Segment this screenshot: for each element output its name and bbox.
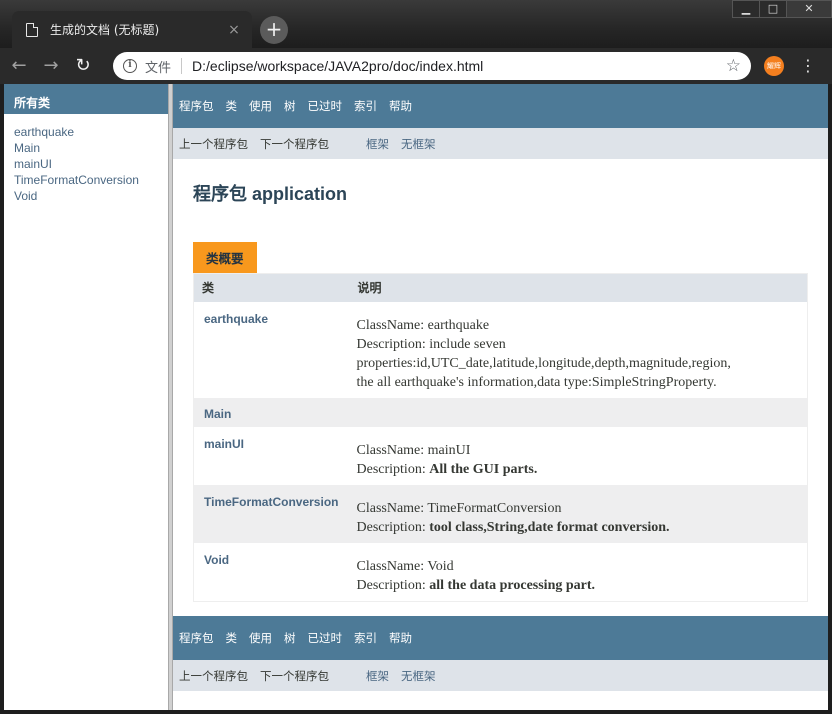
frames-link[interactable]: 框架	[366, 136, 389, 152]
address-separator	[181, 58, 183, 74]
description-line: Description: All the GUI parts.	[357, 460, 808, 479]
bookmark-star-icon[interactable]: ☆	[726, 56, 741, 76]
no-frames-link[interactable]: 无框架	[401, 668, 436, 684]
prev-package-link: 上一个程序包	[179, 136, 248, 151]
description-prefix: Description:	[356, 519, 430, 535]
nav-package: 程序包	[179, 99, 214, 113]
prev-package-link: 上一个程序包	[179, 668, 248, 683]
top-nav-bar: 程序包 类 使用 树 已过时 索引 帮助	[173, 84, 828, 128]
class-description: ClassName: mainUI Description: All the G…	[350, 427, 808, 485]
forward-arrow-icon[interactable]: →	[38, 53, 64, 79]
class-name-earthquake[interactable]: earthquake	[194, 302, 350, 398]
nav-deprecated[interactable]: 已过时	[308, 630, 343, 646]
description-line: Description: tool class,String,date form…	[357, 518, 808, 537]
nav-class: 类	[225, 631, 238, 645]
class-summary-table: 类 说明 earthquake ClassName: earthquake De…	[193, 273, 808, 602]
class-link-main[interactable]: Main	[14, 140, 168, 156]
class-link-void[interactable]: Void	[14, 188, 168, 204]
new-tab-button[interactable]: +	[260, 16, 288, 44]
class-name-main[interactable]: Main	[193, 397, 350, 427]
class-name-void[interactable]: Void	[194, 543, 350, 602]
page-title: 程序包 application	[193, 184, 348, 204]
column-header-class: 类	[193, 273, 350, 302]
description-line: ClassName: mainUI	[356, 442, 471, 458]
top-sub-nav: 上一个程序包 下一个程序包 框架 无框架	[173, 128, 828, 159]
nav-help[interactable]: 帮助	[389, 630, 412, 646]
class-summary-caption: 类概要	[193, 242, 257, 273]
url-text[interactable]: D:/eclipse/workspace/JAVA2pro/doc/index.…	[192, 58, 726, 74]
nav-use[interactable]: 使用	[249, 98, 272, 114]
tab-close-icon[interactable]: ×	[226, 22, 242, 38]
description-prefix: Description:	[356, 577, 430, 593]
nav-tree[interactable]: 树	[284, 630, 296, 646]
address-bar[interactable]: i 文件 D:/eclipse/workspace/JAVA2pro/doc/i…	[113, 52, 751, 80]
description-line: the all earthquake's information,data ty…	[356, 374, 717, 390]
bottom-navigation: 程序包 类 使用 树 已过时 索引 帮助 上一个程序包 下一个程序包 框架 无框…	[173, 616, 828, 691]
browser-menu-icon[interactable]: ⋮	[800, 55, 816, 77]
description-bold: tool class,String,date format conversion…	[429, 519, 670, 535]
description-line: Description: include seven	[356, 336, 506, 352]
nav-deprecated[interactable]: 已过时	[308, 98, 343, 114]
description-line: ClassName: Void	[356, 558, 454, 574]
nav-index[interactable]: 索引	[354, 98, 377, 114]
table-header-row: 类 说明	[193, 273, 808, 302]
class-description: ClassName: earthquake Description: inclu…	[350, 302, 808, 398]
bottom-sub-nav: 上一个程序包 下一个程序包 框架 无框架	[173, 660, 828, 691]
class-link-earthquake[interactable]: earthquake	[14, 124, 168, 140]
description-bold: All the GUI parts.	[429, 461, 538, 477]
class-description-empty	[349, 397, 808, 427]
description-line: Description: all the data processing par…	[357, 576, 808, 595]
nav-index[interactable]: 索引	[354, 630, 377, 646]
class-link-timeformatconversion[interactable]: TimeFormatConversion	[14, 172, 168, 188]
description-line: properties:id,UTC_date,latitude,longitud…	[356, 355, 731, 371]
class-name-timeformatconversion[interactable]: TimeFormatConversion	[193, 484, 350, 543]
minimize-button[interactable]: ▁	[732, 0, 760, 18]
browser-titlebar: 生成的文档 (无标题) × + ▁ □ ✕	[0, 0, 832, 48]
table-row: mainUI ClassName: mainUI Description: Al…	[194, 427, 808, 485]
no-frames-link[interactable]: 无框架	[401, 136, 436, 152]
table-row: Void ClassName: Void Description: all th…	[194, 543, 808, 602]
info-icon[interactable]: i	[123, 59, 137, 73]
nav-tree[interactable]: 树	[284, 98, 296, 114]
profile-avatar[interactable]: 耀辉	[764, 56, 784, 76]
class-list: earthquake Main mainUI TimeFormatConvers…	[4, 114, 168, 204]
package-frame: 程序包 类 使用 树 已过时 索引 帮助 上一个程序包 下一个程序包 框架 无框…	[173, 84, 828, 710]
close-window-button[interactable]: ✕	[786, 0, 832, 18]
back-arrow-icon[interactable]: ←	[6, 53, 32, 79]
table-row: earthquake ClassName: earthquake Descrip…	[194, 302, 808, 398]
class-description: ClassName: Void Description: all the dat…	[350, 543, 808, 602]
description-prefix: Description:	[356, 461, 430, 477]
nav-use[interactable]: 使用	[249, 630, 272, 646]
class-description: ClassName: TimeFormatConversion Descript…	[349, 484, 808, 543]
column-header-description: 说明	[349, 273, 808, 302]
class-link-mainui[interactable]: mainUI	[14, 156, 168, 172]
frames-link[interactable]: 框架	[366, 668, 389, 684]
description-line: ClassName: earthquake	[356, 317, 490, 333]
all-classes-heading: 所有类	[4, 84, 168, 114]
document-icon	[26, 22, 38, 37]
description-bold: all the data processing part.	[429, 577, 596, 593]
table-row: Main	[193, 397, 808, 427]
all-classes-frame: 所有类 earthquake Main mainUI TimeFormatCon…	[4, 84, 168, 710]
window-controls: ▁ □ ✕	[732, 0, 832, 18]
next-package-link: 下一个程序包	[260, 668, 329, 683]
table-row: TimeFormatConversion ClassName: TimeForm…	[193, 484, 808, 543]
maximize-button[interactable]: □	[759, 0, 787, 18]
class-name-mainui[interactable]: mainUI	[194, 427, 350, 485]
description-line: ClassName: TimeFormatConversion	[356, 500, 562, 516]
nav-class: 类	[225, 99, 238, 113]
nav-help[interactable]: 帮助	[389, 98, 412, 114]
browser-toolbar: ← → ↻ i 文件 D:/eclipse/workspace/JAVA2pro…	[0, 48, 832, 84]
browser-tab[interactable]: 生成的文档 (无标题) ×	[12, 11, 252, 48]
nav-package: 程序包	[179, 631, 214, 645]
class-summary: 类概要 类 说明 earthquake ClassName: earthquak…	[193, 242, 808, 602]
next-package-link: 下一个程序包	[260, 136, 329, 151]
tab-title: 生成的文档 (无标题)	[50, 23, 160, 37]
scheme-label: 文件	[145, 60, 172, 76]
bottom-nav-bar: 程序包 类 使用 树 已过时 索引 帮助	[173, 616, 828, 660]
page-viewport: 所有类 earthquake Main mainUI TimeFormatCon…	[4, 84, 828, 710]
reload-icon[interactable]: ↻	[70, 53, 96, 79]
